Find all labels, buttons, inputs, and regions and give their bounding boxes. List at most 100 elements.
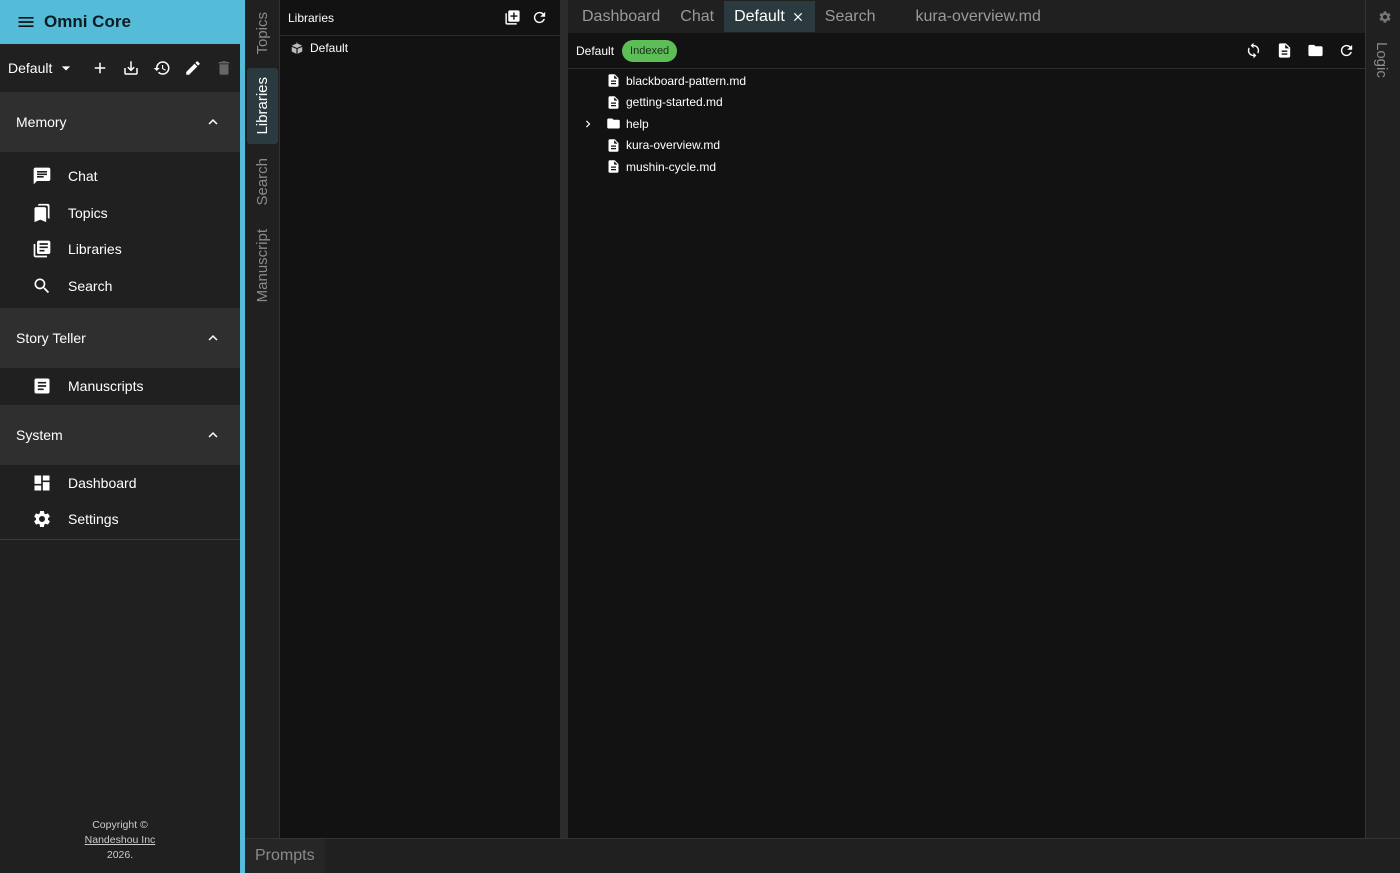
sidebar-item-label: Dashboard [68,474,137,491]
tab-default[interactable]: Default [724,1,815,32]
group-body-system: Dashboard Settings [0,465,240,538]
group-header-system[interactable]: System [0,404,240,465]
libraries-header: Libraries [280,0,560,36]
tree-item-label: getting-started.md [626,95,723,110]
company-link[interactable]: Nandeshou Inc [85,834,156,846]
sidebar-item-libraries[interactable]: Libraries [0,231,240,268]
tree-item-label: blackboard-pattern.md [626,73,747,88]
sidebar-item-manuscripts[interactable]: Manuscripts [0,368,240,405]
settings-gear-icon[interactable] [1378,10,1392,24]
sidebar-item-dashboard[interactable]: Dashboard [0,465,240,502]
sidebar-item-label: Topics [68,204,108,221]
refresh-icon[interactable] [1338,42,1355,59]
vtab-search[interactable]: Search [247,150,278,214]
tab-dashboard[interactable]: Dashboard [572,1,670,32]
sidebar-item-label: Search [68,277,113,294]
main-content: Dashboard Chat Default Search kura-overv… [568,0,1365,838]
library-item-label: Default [310,41,349,55]
footer: Copyright © Nandeshou Inc 2026. [0,818,240,863]
tree-item-label: mushin-cycle.md [626,159,717,174]
vtab-libraries[interactable]: Libraries [247,68,278,144]
tab-label: kura-overview.md [915,7,1041,25]
group-body-story-teller: Manuscripts [0,368,240,405]
tab-prompts[interactable]: Prompts [245,839,325,873]
download-icon [124,61,138,75]
plus-icon [94,62,106,74]
edit-button[interactable] [177,53,208,84]
vtab-manuscript[interactable]: Manuscript [247,220,278,312]
sidebar-item-label: Libraries [68,241,122,258]
chevron-up-icon [208,119,218,125]
app-title: Omni Core [44,12,131,31]
tab-kura-overview[interactable]: kura-overview.md [905,1,1050,32]
tree-item-label: kura-overview.md [626,138,721,153]
pencil-icon [186,61,200,75]
bottom-panel-bar: Prompts [245,838,1400,873]
new-file-icon[interactable] [1276,42,1293,59]
app-header: Omni Core [0,0,240,44]
vtab-label: Libraries [254,77,271,135]
download-button[interactable] [115,53,146,84]
refresh-icon[interactable] [531,9,548,26]
sidebar-item-settings[interactable]: Settings [0,501,240,538]
bookmarks-icon [34,203,50,222]
libraries-panel: Libraries Default [280,0,560,838]
group-header-story-teller[interactable]: Story Teller [0,308,240,368]
file-icon [608,74,619,87]
group-label: Story Teller [16,330,86,346]
vtab-topics[interactable]: Topics [247,4,278,62]
add-button[interactable] [84,53,115,84]
vtab-logic[interactable]: Logic [1373,42,1390,78]
tab-search[interactable]: Search [815,1,886,32]
tab-label: Chat [680,7,715,25]
folder-icon [607,118,620,129]
group-label: System [16,426,63,443]
group-header-memory[interactable]: Memory [0,92,240,152]
history-icon [153,61,170,75]
tree-row[interactable]: blackboard-pattern.md [568,70,1365,92]
file-tree: blackboard-pattern.md getting-started.md… [568,69,1365,178]
sidebar-item-chat[interactable]: Chat [0,158,240,195]
trash-icon [218,61,230,75]
sidebar-item-label: Chat [68,168,98,185]
chevron-right-icon[interactable] [581,117,595,131]
sidebar-item-label: Manuscripts [68,378,144,395]
menu-icon[interactable] [16,12,36,32]
dashboard-icon [34,475,50,491]
workspace-select[interactable]: Default [8,58,76,78]
tab-label: Dashboard [582,7,661,25]
workspace-select-value: Default [8,60,53,76]
caret-down-icon [62,66,71,71]
document-tab-bar: Dashboard Chat Default Search kura-overv… [568,0,1365,33]
group-label: Memory [16,114,67,130]
new-folder-icon[interactable] [1307,42,1324,59]
delete-button[interactable] [208,53,239,84]
vtab-label: Topics [254,11,271,55]
status-badge: Indexed [622,39,678,62]
library-box-icon [291,42,303,54]
tree-row[interactable]: mushin-cycle.md [568,156,1365,178]
tree-item-label: help [626,116,649,131]
sidebar-item-search[interactable]: Search [0,268,240,305]
copyright-year: 2026. [106,849,134,861]
library-item[interactable]: Default [280,36,560,60]
tab-label: Default [734,7,785,25]
sync-icon[interactable] [1245,42,1262,59]
chat-icon [33,167,51,185]
tree-row[interactable]: kura-overview.md [568,135,1365,157]
history-button[interactable] [146,53,177,84]
copyright-text: Copyright © [92,819,148,831]
close-icon[interactable] [791,10,805,24]
tab-label: Prompts [255,847,315,864]
sidebar: Omni Core Default Memory Chat Topics Lib… [0,0,240,873]
tree-row-folder[interactable]: help [568,113,1365,135]
library-name: Default [576,43,615,58]
library-books-icon [33,240,51,258]
sidebar-item-topics[interactable]: Topics [0,195,240,232]
add-library-icon[interactable] [504,9,521,26]
tab-chat[interactable]: Chat [670,1,724,32]
tree-row[interactable]: getting-started.md [568,92,1365,114]
settings-gear-icon [34,511,50,528]
panel-splitter[interactable] [560,0,568,838]
file-icon [608,96,619,109]
